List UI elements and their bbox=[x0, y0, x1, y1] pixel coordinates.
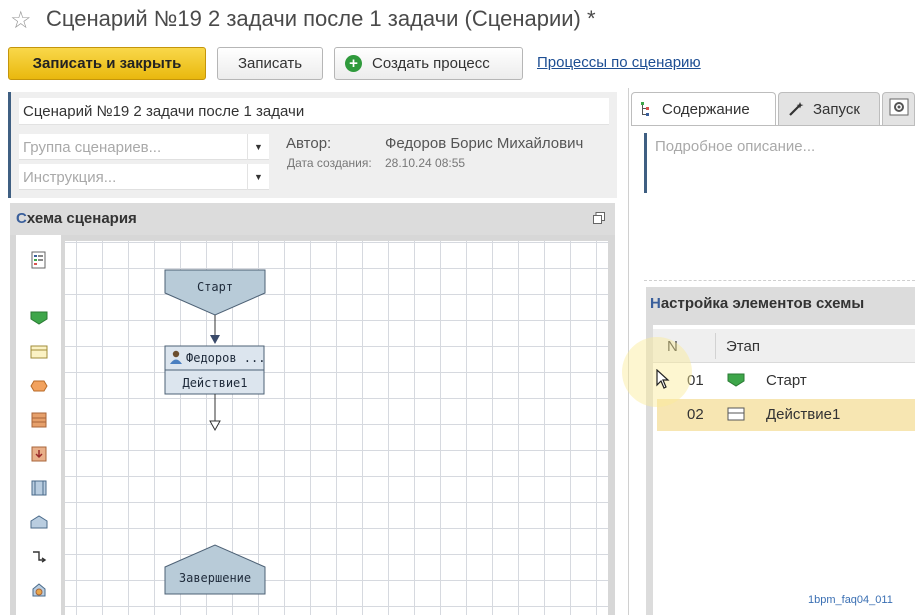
splitter[interactable] bbox=[644, 280, 915, 281]
structure-tree-icon bbox=[640, 101, 654, 117]
start-shape-icon bbox=[727, 373, 745, 392]
tab-settings[interactable] bbox=[882, 92, 915, 125]
action-shape-icon[interactable] bbox=[29, 342, 49, 362]
mouse-cursor-icon bbox=[656, 369, 670, 389]
magic-wand-icon bbox=[787, 101, 805, 117]
table-row[interactable]: 01 Старт bbox=[657, 365, 915, 397]
scenario-schema-panel: Схема сценария Старт Федоров ... Действи… bbox=[10, 203, 615, 615]
tab-run[interactable]: Запуск bbox=[778, 92, 880, 125]
plus-circle-icon: + bbox=[345, 55, 362, 72]
gear-icon bbox=[889, 98, 909, 120]
stage-name: Действие1 bbox=[766, 406, 841, 423]
subprocess-shape-icon[interactable] bbox=[29, 410, 49, 430]
action-node[interactable]: Федоров ... Действие1 bbox=[164, 345, 265, 395]
processes-by-scenario-link[interactable]: Процессы по сценарию bbox=[537, 54, 701, 71]
table-row-selected[interactable]: 02 Действие1 bbox=[657, 399, 915, 431]
parallel-shape-icon[interactable] bbox=[29, 478, 49, 498]
scenario-name-field[interactable]: Сценарий №19 2 задачи после 1 задачи bbox=[19, 98, 609, 125]
row-number: 02 bbox=[687, 406, 704, 423]
author-label: Автор: bbox=[286, 135, 332, 152]
shape-palette bbox=[16, 235, 61, 615]
dropdown-arrow-icon[interactable]: ▼ bbox=[247, 134, 269, 160]
instruction-field[interactable]: Инструкция... ▼ bbox=[19, 164, 269, 190]
scenario-group-placeholder: Группа сценариев... bbox=[23, 139, 162, 156]
expand-window-icon[interactable] bbox=[593, 212, 605, 224]
dropdown-arrow-icon[interactable]: ▼ bbox=[247, 164, 269, 190]
tab-content[interactable]: Содержание bbox=[631, 92, 776, 125]
schema-header: Схема сценария bbox=[10, 203, 615, 235]
scenario-header-form: Сценарий №19 2 задачи после 1 задачи Гру… bbox=[8, 92, 617, 198]
elements-table: N Этап 01 Старт 02 Действие1 bbox=[653, 325, 915, 615]
condition-shape-icon[interactable] bbox=[29, 376, 49, 396]
action-shape-icon bbox=[727, 407, 745, 426]
schema-elements-panel: Настройка элементов схемы N Этап 01 Стар… bbox=[646, 287, 915, 615]
favorite-star-icon[interactable]: ☆ bbox=[10, 6, 32, 35]
create-process-label: Создать процесс bbox=[372, 55, 490, 72]
connector-open-arrow-icon bbox=[209, 420, 221, 432]
action-performer-label: Федоров ... bbox=[186, 351, 265, 365]
handler-shape-icon[interactable] bbox=[29, 444, 49, 464]
misc-shape-icon[interactable] bbox=[29, 580, 49, 600]
tab-content-label: Содержание bbox=[662, 100, 750, 118]
save-button[interactable]: Записать bbox=[217, 47, 323, 80]
connector-arrow-icon bbox=[210, 335, 220, 344]
title-bar: ☆ Сценарий №19 2 задачи после 1 задачи (… bbox=[0, 0, 915, 42]
start-node-label: Старт bbox=[197, 280, 233, 294]
creation-date-value: 28.10.24 08:55 bbox=[385, 156, 466, 170]
author-value: Федоров Борис Михайлович bbox=[385, 135, 584, 152]
window-title: Сценарий №19 2 задачи после 1 задачи (Сц… bbox=[46, 6, 596, 31]
creation-date-label: Дата создания: bbox=[287, 156, 372, 170]
action-node-label: Действие1 bbox=[182, 376, 247, 390]
stage-name: Старт bbox=[766, 372, 807, 389]
description-placeholder: Подробное описание... bbox=[655, 138, 816, 155]
schema-canvas[interactable]: Старт Федоров ... Действие1 Завершение bbox=[65, 241, 608, 615]
tab-run-label: Запуск bbox=[813, 100, 860, 118]
tabs-baseline bbox=[631, 125, 915, 126]
schema-title: Схема сценария bbox=[16, 210, 137, 227]
connector-icon[interactable] bbox=[29, 546, 49, 566]
column-separator bbox=[715, 333, 716, 359]
start-shape-icon[interactable] bbox=[29, 308, 49, 328]
save-and-close-button[interactable]: Записать и закрыть bbox=[8, 47, 206, 80]
column-header-stage[interactable]: Этап bbox=[726, 338, 760, 355]
end-node[interactable]: Завершение bbox=[164, 544, 266, 595]
elements-panel-title: Настройка элементов схемы bbox=[650, 295, 865, 312]
description-field[interactable]: Подробное описание... bbox=[644, 133, 915, 193]
schema-settings-icon[interactable] bbox=[29, 250, 49, 270]
start-node[interactable]: Старт bbox=[164, 269, 266, 316]
scenario-group-field[interactable]: Группа сценариев... ▼ bbox=[19, 134, 269, 160]
end-shape-icon[interactable] bbox=[29, 512, 49, 532]
screenshot-id-label: 1bpm_faq04_011 bbox=[808, 594, 893, 606]
end-node-label: Завершение bbox=[179, 571, 251, 585]
instruction-placeholder: Инструкция... bbox=[23, 169, 117, 186]
create-process-button[interactable]: + Создать процесс bbox=[334, 47, 523, 80]
table-header: N Этап bbox=[653, 329, 915, 363]
